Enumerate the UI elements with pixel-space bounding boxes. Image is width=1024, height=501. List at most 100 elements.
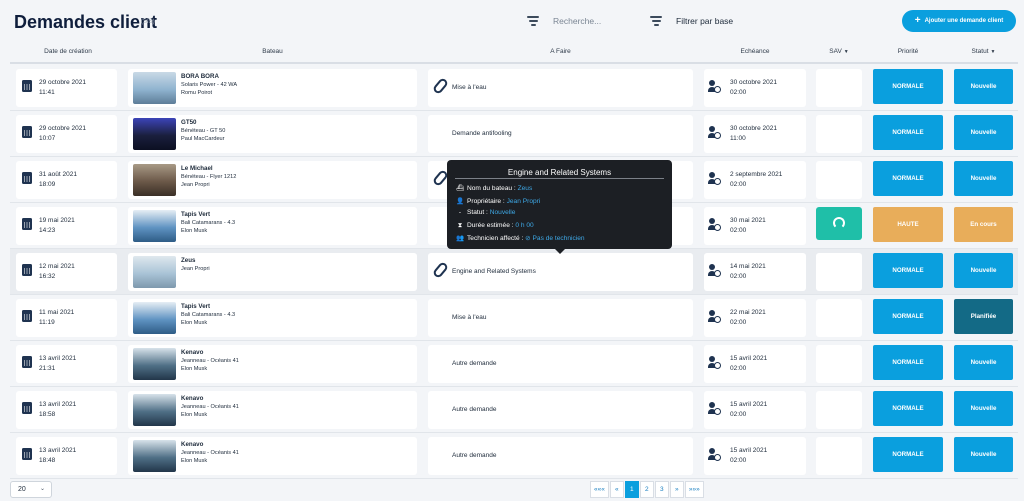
todo-cell[interactable]: Engine and Related Systems <box>428 253 693 291</box>
date-cell: 11 mai 2021 11:19 <box>16 299 117 337</box>
page-button[interactable]: 2 <box>639 481 654 498</box>
status-badge[interactable]: Nouvelle <box>954 437 1013 472</box>
boat-name: BORA BORA <box>181 73 219 80</box>
creation-date-day: 19 mai 2021 <box>39 217 75 224</box>
boat-cell[interactable]: Tapis Vert Bali Catamarans - 4.3 Elon Mu… <box>128 207 417 245</box>
boat-owner: Elon Musk <box>181 366 208 372</box>
page-button[interactable]: 3 <box>654 481 669 498</box>
filter-by-base-button[interactable]: Filtrer par base <box>642 10 766 32</box>
boat-info: Kenavo Jeanneau - Océanis 41 Elon Musk <box>181 441 239 465</box>
priority-badge[interactable]: NORMALE <box>873 253 943 288</box>
creation-date: 19 mai 2021 14:23 <box>39 216 75 236</box>
due-date: 15 avril 2021 02:00 <box>730 446 767 466</box>
creation-date: 29 octobre 2021 11:41 <box>39 78 86 98</box>
priority-badge[interactable]: HAUTE <box>873 207 943 242</box>
due-date-time: 02:00 <box>730 89 747 96</box>
page-title: Demandes client <box>14 12 158 32</box>
boat-cell[interactable]: Le Michael Bénéteau - Flyer 1212 Jean Pr… <box>128 161 417 199</box>
boat-cell[interactable]: Kenavo Jeanneau - Océanis 41 Elon Musk <box>128 391 417 429</box>
todo-cell[interactable]: Autre demande <box>428 437 693 475</box>
creation-date-time: 14:23 <box>39 227 56 234</box>
todo-cell[interactable]: Demande antifooling <box>428 115 693 153</box>
priority-badge[interactable]: NORMALE <box>873 437 943 472</box>
boat-cell[interactable]: GT50 Bénéteau - GT 50 Paul MacCardeur <box>128 115 417 153</box>
dash-icon: - <box>458 209 462 216</box>
tooltip-label: Statut : <box>467 209 488 216</box>
tooltip-value: Nouvelle <box>489 209 516 216</box>
todo-cell[interactable]: Mise à l'eau <box>428 69 693 107</box>
column-header-priority[interactable]: Priorité <box>873 48 943 55</box>
todo-cell[interactable]: Autre demande <box>428 345 693 383</box>
due-date-day: 30 mai 2021 <box>730 217 766 224</box>
page-next-button[interactable]: » <box>669 481 684 498</box>
boat-name: Tapis Vert <box>181 211 211 218</box>
creation-date: 11 mai 2021 11:19 <box>39 308 74 328</box>
priority-badge[interactable]: NORMALE <box>873 161 943 196</box>
column-header-todo[interactable]: A Faire <box>428 48 693 55</box>
boat-cell[interactable]: Zeus Jean Propri <box>128 253 417 291</box>
todo-cell[interactable]: Autre demande <box>428 391 693 429</box>
column-header-sav[interactable]: SAV ▼ <box>816 48 862 55</box>
priority-badge[interactable]: NORMALE <box>873 69 943 104</box>
priority-badge[interactable]: NORMALE <box>873 299 943 334</box>
due-date-day: 15 avril 2021 <box>730 447 768 454</box>
boat-thumbnail <box>133 164 176 196</box>
due-date-time: 02:00 <box>730 319 747 326</box>
status-badge[interactable]: Nouvelle <box>954 391 1013 426</box>
search-bar[interactable]: Recherche... <box>519 10 641 32</box>
calendar-icon <box>22 310 32 322</box>
page-first-button[interactable]: ««« <box>590 481 609 498</box>
priority-badge[interactable]: NORMALE <box>873 345 943 380</box>
boat-cell[interactable]: Tapis Vert Bali Catamarans - 4.3 Elon Mu… <box>128 299 417 337</box>
status-badge[interactable]: Nouvelle <box>954 69 1013 104</box>
column-header-date[interactable]: Date de création <box>24 48 112 55</box>
boat-cell[interactable]: Kenavo Jeanneau - Océanis 41 Elon Musk <box>128 345 417 383</box>
table-row[interactable]: 11 mai 2021 11:19 Tapis Vert Bali Catama… <box>10 295 1018 341</box>
table-row[interactable]: 29 octobre 2021 10:07 GT50 Bénéteau - GT… <box>10 111 1018 157</box>
creation-date-day: 13 avril 2021 <box>39 447 77 454</box>
table-row[interactable]: 13 avril 2021 18:48 Kenavo Jeanneau - Oc… <box>10 433 1018 479</box>
table-row[interactable]: 29 octobre 2021 11:41 BORA BORA Solaris … <box>10 65 1018 111</box>
boat-cell[interactable]: Kenavo Jeanneau - Océanis 41 Elon Musk <box>128 437 417 475</box>
status-badge[interactable]: En cours <box>954 207 1013 242</box>
due-date-day: 15 avril 2021 <box>730 355 768 362</box>
search-input[interactable]: Recherche... <box>553 16 601 26</box>
priority-badge[interactable]: NORMALE <box>873 391 943 426</box>
creation-date-time: 21:31 <box>39 365 56 372</box>
table-row[interactable]: 13 avril 2021 21:31 Kenavo Jeanneau - Oc… <box>10 341 1018 387</box>
chevron-down-icon: ⌄ <box>39 486 45 492</box>
status-badge[interactable]: Nouvelle <box>954 345 1013 380</box>
due-date: 30 octobre 2021 11:00 <box>730 124 777 144</box>
boat-thumbnail <box>133 348 176 380</box>
page-prev-button[interactable]: « <box>609 481 624 498</box>
page-button[interactable]: 1 <box>624 481 639 498</box>
page-last-button[interactable]: »»» <box>684 481 704 498</box>
add-client-request-button[interactable]: + Ajouter une demande client <box>902 10 1016 32</box>
sav-button[interactable] <box>816 207 862 240</box>
priority-badge[interactable]: NORMALE <box>873 115 943 150</box>
boat-model: Jeanneau - Océanis 41 <box>181 358 239 364</box>
status-badge[interactable]: Nouvelle <box>954 161 1013 196</box>
plus-icon: + <box>914 15 921 26</box>
status-badge[interactable]: Nouvelle <box>954 253 1013 288</box>
boat-owner: Paul MacCardeur <box>181 136 225 142</box>
boat-thumbnail <box>133 210 176 242</box>
todo-cell[interactable]: Mise à l'eau <box>428 299 693 337</box>
table-row[interactable]: 13 avril 2021 18:58 Kenavo Jeanneau - Oc… <box>10 387 1018 433</box>
tooltip-value: 0 h 00 <box>515 221 534 229</box>
creation-date: 29 octobre 2021 10:07 <box>39 124 86 144</box>
due-date-time: 11:00 <box>730 135 746 142</box>
boat-info: Tapis Vert Bali Catamarans - 4.3 Elon Mu… <box>181 211 235 235</box>
status-badge[interactable]: Planifiée <box>954 299 1013 334</box>
page-header: Demandes client (SIS) Recherche... Filtr… <box>0 0 1024 42</box>
boat-info: Kenavo Jeanneau - Océanis 41 Elon Musk <box>181 349 239 373</box>
rows-per-page-select[interactable]: 20 ⌄ <box>10 481 52 498</box>
boat-cell[interactable]: BORA BORA Solaris Power - 42 WA Romu Poi… <box>128 69 417 107</box>
column-header-status[interactable]: Statut ▼ <box>954 48 1013 55</box>
creation-date-day: 29 octobre 2021 <box>39 125 86 132</box>
column-header-due[interactable]: Echéance <box>704 48 806 55</box>
due-date: 14 mai 2021 02:00 <box>730 262 766 282</box>
column-header-boat[interactable]: Bateau <box>128 48 417 55</box>
status-badge[interactable]: Nouvelle <box>954 115 1013 150</box>
table-row[interactable]: 12 mai 2021 16:32 Zeus Jean Propri Engin… <box>10 249 1018 295</box>
